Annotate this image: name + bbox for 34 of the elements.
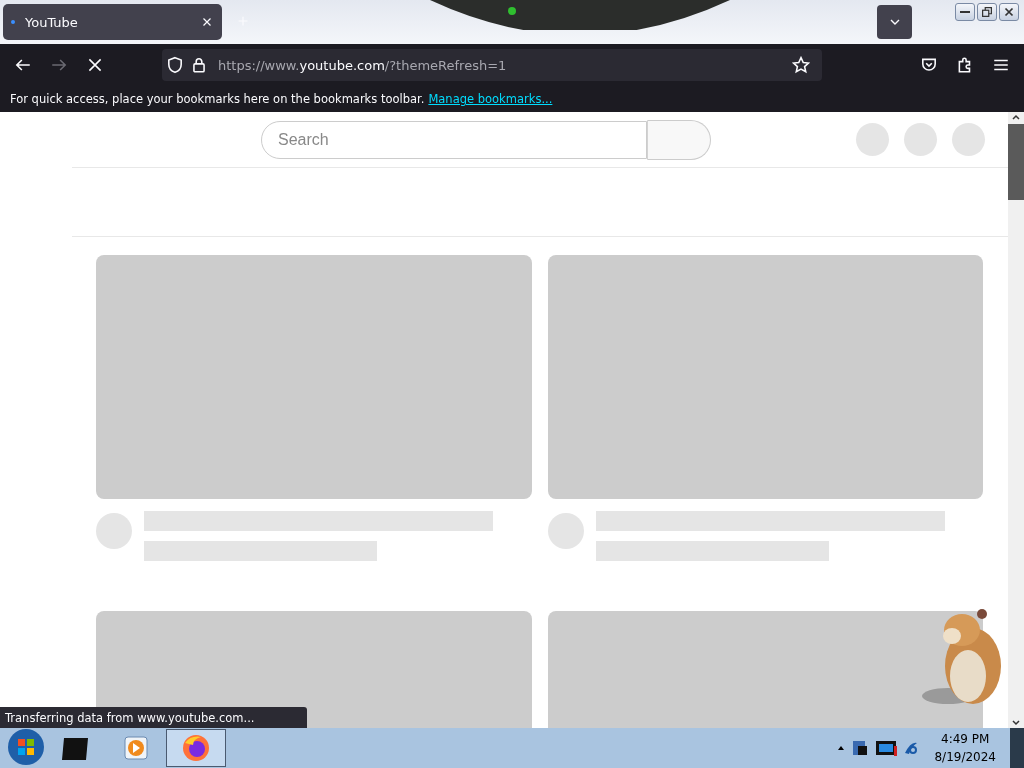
avatar-placeholder	[96, 513, 132, 549]
restore-button[interactable]	[977, 3, 997, 21]
pocket-icon	[920, 56, 938, 74]
start-button[interactable]	[6, 728, 46, 768]
minimize-button[interactable]	[955, 3, 975, 21]
manage-bookmarks-link[interactable]: Manage bookmarks...	[428, 92, 553, 106]
browser-tab[interactable]: YouTube	[3, 4, 222, 40]
avatar-placeholder	[548, 513, 584, 549]
windows-logo-icon	[7, 728, 45, 766]
url-text: https://www.youtube.com/?themeRefresh=1	[218, 57, 508, 73]
firefox-taskbar-button[interactable]	[166, 729, 226, 767]
address-bar[interactable]: https://www.youtube.com/?themeRefresh=1	[162, 49, 822, 81]
firefox-icon	[181, 733, 211, 763]
restore-icon	[980, 5, 994, 19]
status-text: Transferring data from www.youtube.com...	[0, 707, 307, 728]
close-icon	[1002, 5, 1016, 19]
bookmarks-message: For quick access, place your bookmarks here on the bookmarks toolbar.	[10, 92, 425, 106]
star-icon	[792, 56, 810, 74]
placeholder-circle	[904, 123, 937, 156]
media-player-icon	[124, 736, 148, 760]
placeholder-circle	[952, 123, 985, 156]
shield-icon	[166, 56, 184, 74]
monitor-icon[interactable]	[874, 738, 899, 758]
scroll-up-icon[interactable]	[1011, 112, 1021, 122]
minimize-icon	[960, 11, 970, 13]
lock-icon	[190, 56, 208, 74]
scrollbar-thumb[interactable]	[1008, 124, 1024, 200]
close-window-button[interactable]	[999, 3, 1019, 21]
scroll-down-icon[interactable]	[1011, 718, 1021, 728]
placeholder-circle	[856, 123, 889, 156]
stop-icon	[86, 56, 104, 74]
favicon-icon	[11, 20, 15, 24]
list-tabs-button[interactable]	[877, 5, 912, 39]
clock[interactable]: 4:49 PM 8/19/2024	[934, 730, 996, 766]
